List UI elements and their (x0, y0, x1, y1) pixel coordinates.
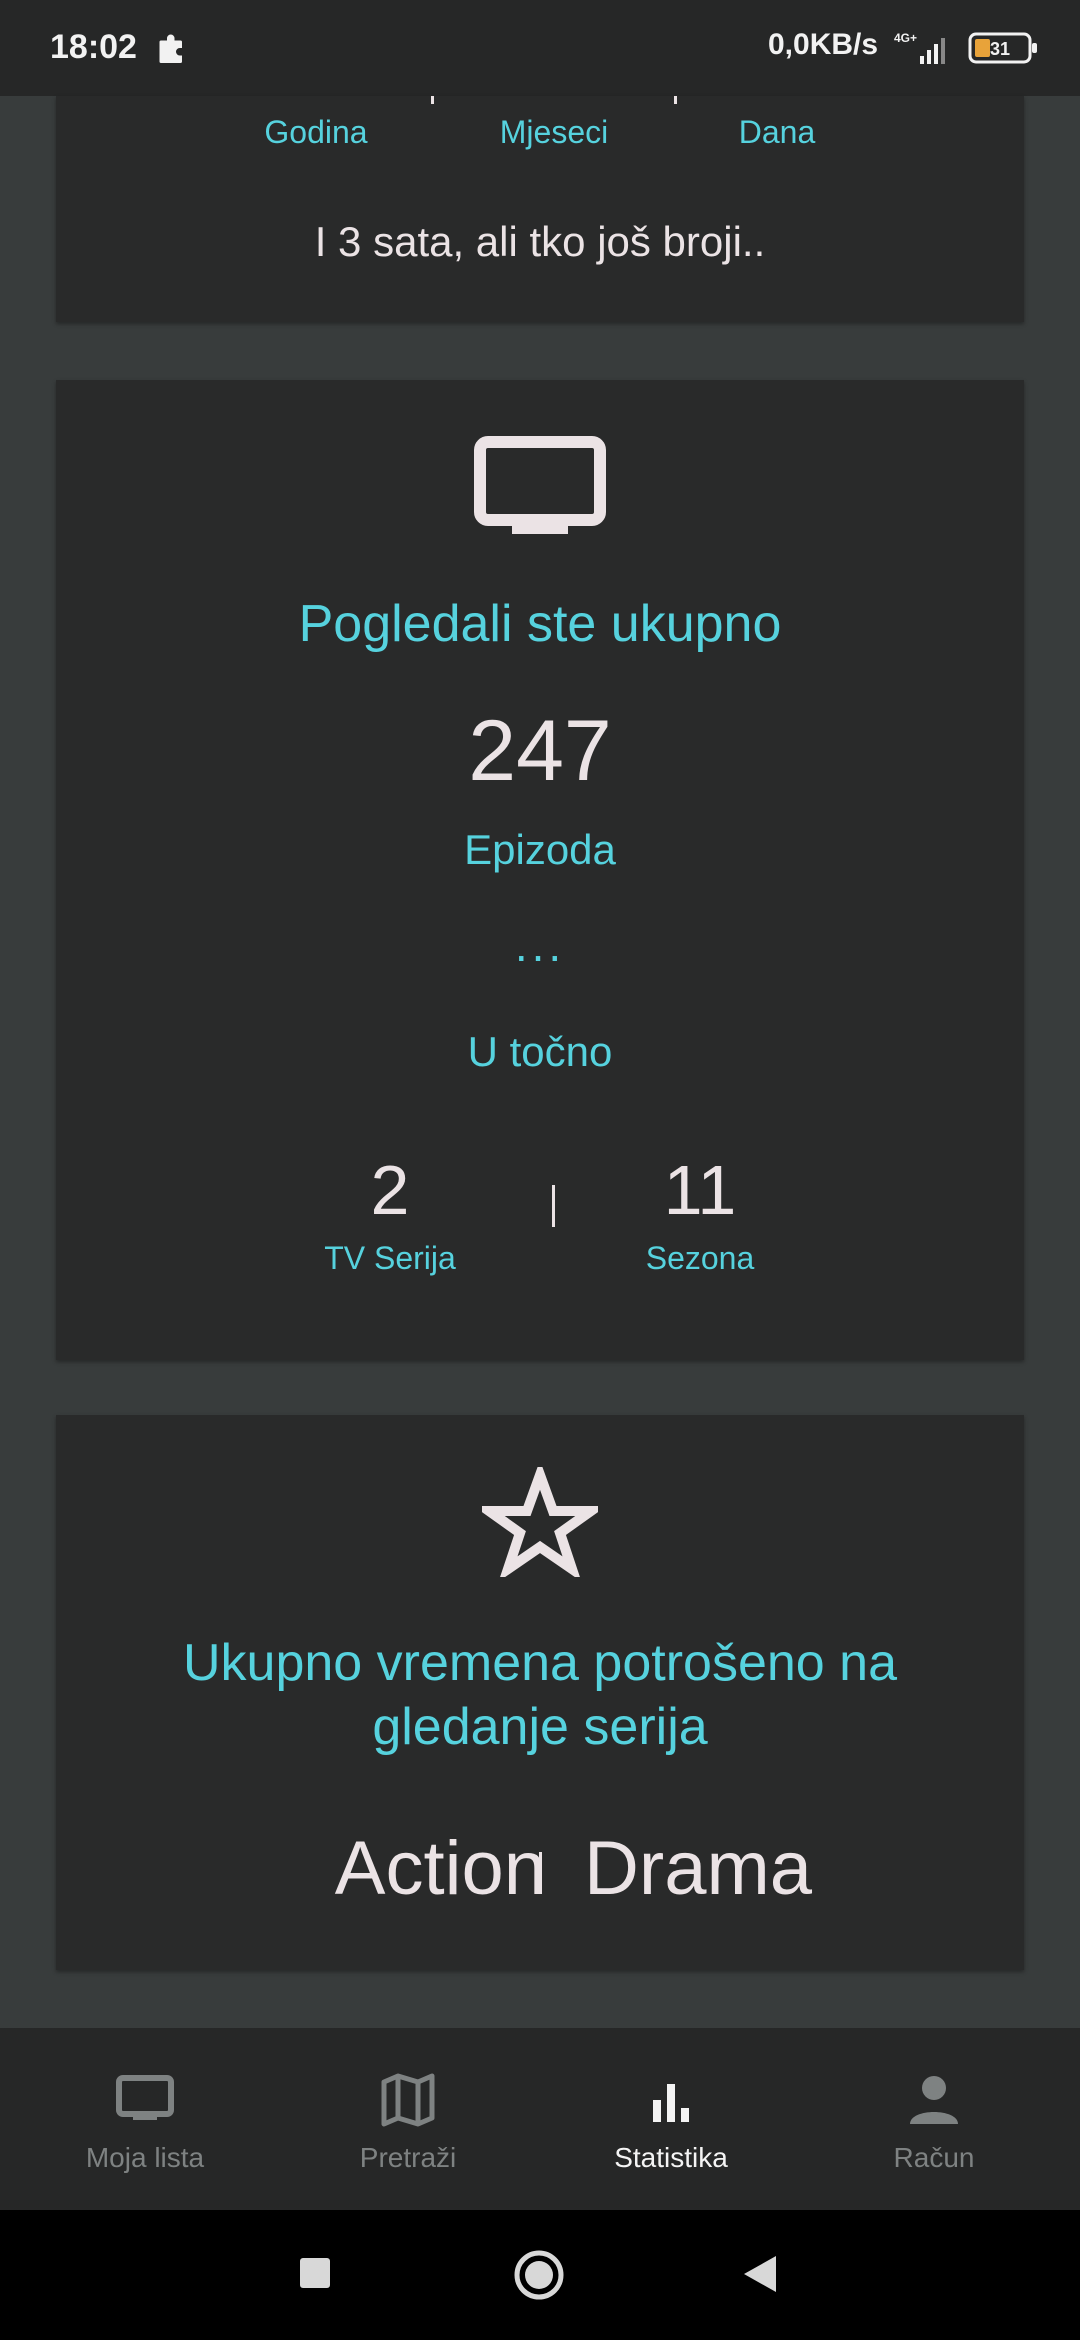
nav-label: Statistika (614, 2142, 728, 2173)
nav-pretrazi[interactable]: Pretraži (273, 2028, 543, 2210)
genre-primary: Action (334, 1826, 546, 1911)
divider (431, 96, 434, 104)
genre-title-line2: gledanje serija (372, 1698, 708, 1756)
signal-icon: 4G+ (894, 31, 945, 64)
status-bar: 18:02 0,0KB/s 4G+ 31 (0, 0, 1080, 96)
nav-moja-lista[interactable]: Moja lista (10, 2028, 280, 2210)
person-icon (910, 2076, 958, 2124)
hours-subtitle: I 3 sata, ali tko još broji.. (314, 218, 766, 265)
battery-level: 31 (990, 39, 1010, 59)
battery-icon: 31 (968, 32, 1040, 64)
exact-label: U točno (467, 1028, 613, 1075)
bar-chart-icon (653, 2084, 689, 2122)
divider (552, 1185, 555, 1227)
system-navigation-bar (0, 2210, 1080, 2340)
divider (674, 96, 677, 104)
bottom-navigation: Moja lista Pretraži Statistika Račun (0, 2028, 1080, 2210)
divider (539, 1852, 542, 1894)
ellipsis: ... (514, 919, 566, 971)
genre-secondary: Drama (584, 1826, 813, 1911)
seasons-count: 11 (663, 1151, 737, 1229)
episodes-label: Epizoda (464, 826, 616, 873)
time-spent-card: Godina Mjeseci Dana I 3 sata, ali tko jo… (56, 96, 1024, 322)
genre-title-line1: Ukupno vremena potrošeno na (182, 1634, 897, 1692)
series-count: 2 (370, 1151, 410, 1229)
series-label: TV Serija (324, 1240, 456, 1276)
nav-racun[interactable]: Račun (799, 2028, 1069, 2210)
total-watched-card: Pogledali ste ukupno 247 Epizoda ... U t… (56, 380, 1024, 1360)
months-label: Mjeseci (499, 114, 609, 150)
star-outline-icon (482, 1467, 598, 1577)
genre-card: Ukupno vremena potrošeno na gledanje ser… (56, 1415, 1024, 1970)
days-label: Dana (738, 114, 816, 150)
status-time: 18:02 (50, 28, 137, 66)
nav-statistika[interactable]: Statistika (536, 2028, 806, 2210)
total-title: Pogledali ste ukupno (298, 595, 782, 653)
nav-label: Račun (893, 2142, 975, 2173)
seasons-label: Sezona (645, 1240, 755, 1276)
tv-icon (474, 436, 606, 534)
puzzle-icon (159, 34, 182, 63)
tv-icon (116, 2075, 174, 2120)
network-type: 4G+ (894, 31, 917, 45)
back-triangle-icon[interactable] (740, 2254, 780, 2294)
network-speed: 0,0KB/s (768, 28, 879, 61)
recents-square-icon[interactable] (298, 2256, 332, 2290)
nav-label: Pretraži (359, 2142, 457, 2173)
home-circle-icon[interactable] (512, 2248, 566, 2302)
nav-label: Moja lista (85, 2142, 205, 2173)
episodes-count: 247 (468, 703, 612, 799)
years-label: Godina (264, 114, 368, 150)
map-icon (381, 2073, 435, 2127)
